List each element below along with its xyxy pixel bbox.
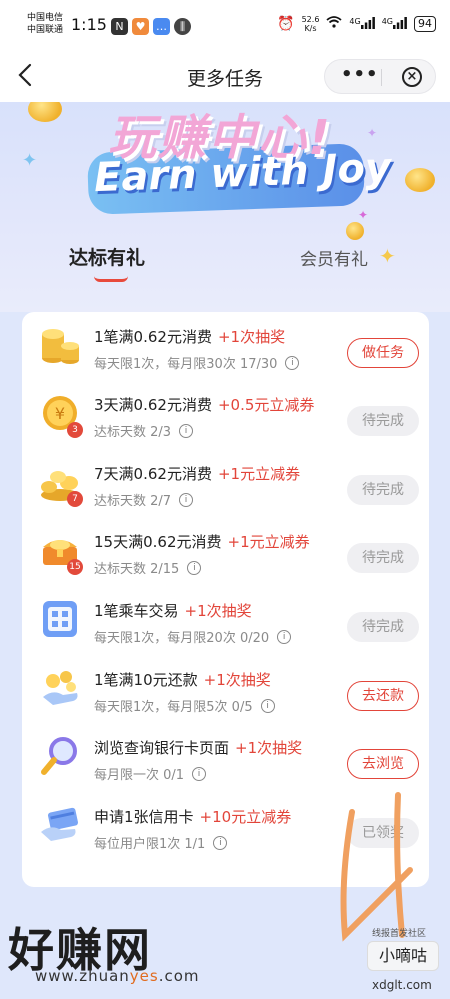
community-domain: xdglt.com	[372, 978, 432, 992]
site-url-watermark: www.zhuanyes.com	[35, 967, 200, 985]
community-logo: 小嘀咕	[367, 941, 439, 971]
url-highlight: yes	[129, 967, 159, 985]
url-part: .com	[158, 967, 200, 985]
url-part: www.zhuan	[35, 967, 130, 985]
community-tag: 线报首发社区	[372, 929, 427, 939]
handwritten-scribble	[340, 792, 413, 942]
